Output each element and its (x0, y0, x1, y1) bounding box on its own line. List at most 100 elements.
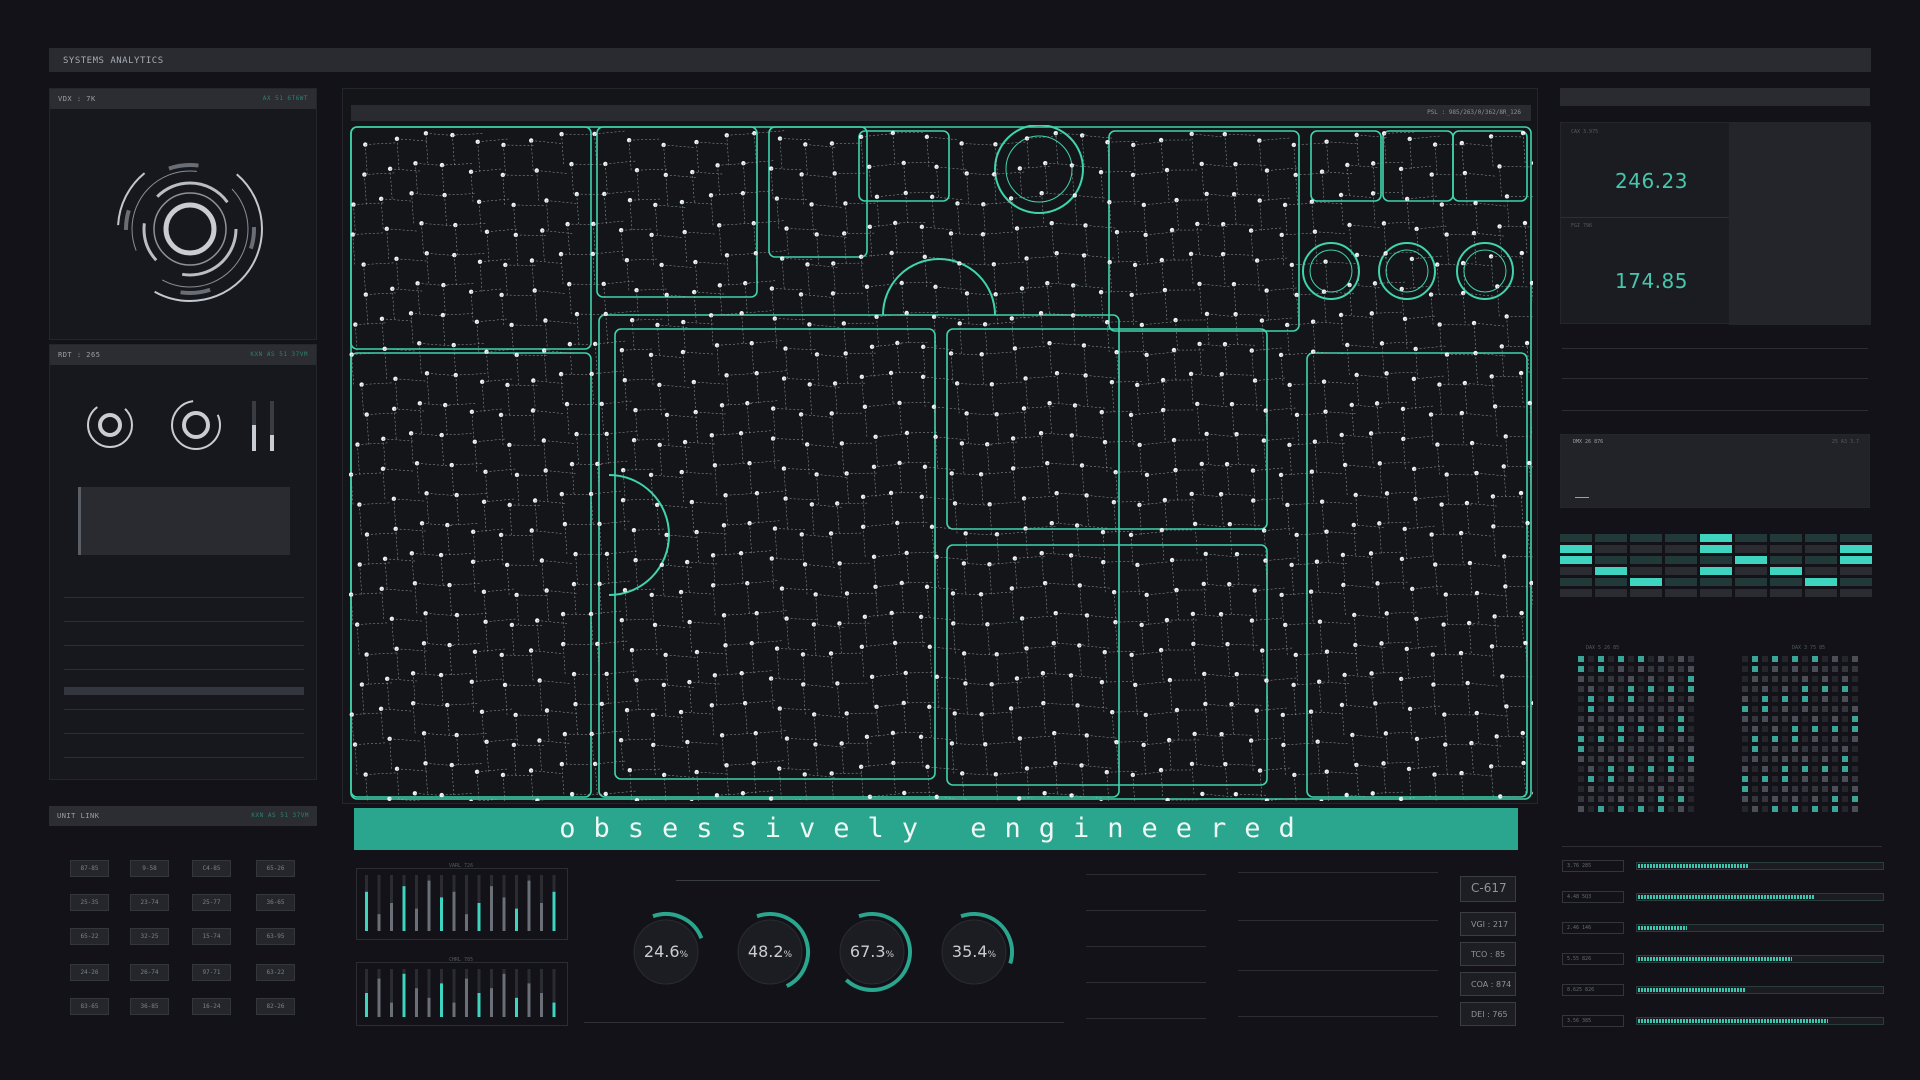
matrix-cell (1852, 756, 1858, 762)
dot-matrix-2 (1742, 656, 1862, 812)
heat-cell (1560, 589, 1592, 597)
matrix-cell (1608, 726, 1614, 732)
unit-button[interactable]: 63-95 (256, 928, 295, 945)
unit-button[interactable]: 16-24 (192, 998, 231, 1015)
heat-cell (1840, 567, 1872, 575)
matrix-cell (1832, 736, 1838, 742)
matrix-cell (1688, 756, 1694, 762)
left-panel-radar: VDX : 7K AX 51 6T6WT (49, 88, 317, 340)
unit-button[interactable]: C4-85 (192, 860, 231, 877)
matrix-cell (1772, 756, 1778, 762)
matrix-cell (1628, 716, 1634, 722)
unit-button[interactable]: 23-74 (130, 894, 169, 911)
matrix-cell (1648, 686, 1654, 692)
matrix-cell (1812, 686, 1818, 692)
unit-button[interactable]: 15-74 (192, 928, 231, 945)
matrix-cell (1608, 666, 1614, 672)
matrix-cell (1668, 786, 1674, 792)
panel-code: 25 A3 3.7 (1831, 439, 1859, 445)
matrix-cell (1772, 786, 1778, 792)
matrix-cell (1618, 716, 1624, 722)
matrix-cell (1588, 756, 1594, 762)
panel-code: KXN AS 51 37VM (250, 351, 308, 358)
matrix-cell (1658, 786, 1664, 792)
unit-button[interactable]: 9-58 (130, 860, 169, 877)
matrix-cell (1628, 666, 1634, 672)
matrix-cell (1648, 726, 1654, 732)
unit-button[interactable]: 32-25 (130, 928, 169, 945)
panel-header: RDT : 265 KXN AS 51 37VM (50, 345, 316, 365)
unit-button[interactable]: 65-22 (70, 928, 109, 945)
matrix-cell (1832, 786, 1838, 792)
unit-button[interactable]: 82-26 (256, 998, 295, 1015)
matrix-cell (1598, 796, 1604, 802)
matrix-cell (1688, 776, 1694, 782)
matrix-cell (1598, 736, 1604, 742)
matrix-cell (1842, 776, 1848, 782)
heatmap-strip (1560, 534, 1872, 606)
code-badge: C-617 (1460, 876, 1516, 902)
heat-cell (1665, 534, 1697, 542)
unit-button[interactable]: 25-77 (192, 894, 231, 911)
matrix-cell (1668, 726, 1674, 732)
bar (502, 973, 506, 1017)
progress-bar (1636, 893, 1884, 901)
panel-title: DMX 26 876 (1573, 439, 1604, 445)
matrix-cell (1822, 796, 1828, 802)
matrix-cell (1752, 696, 1758, 702)
mesh-viewport[interactable]: PSL : 985/263/0/362/8R_126 (342, 88, 1538, 804)
grid-title: DAX 5 26 85 (1586, 645, 1620, 651)
matrix-cell (1678, 746, 1684, 752)
unit-button[interactable]: 36-85 (130, 998, 169, 1015)
matrix-cell (1832, 806, 1838, 812)
unit-button[interactable]: 83-65 (70, 998, 109, 1015)
unit-button[interactable]: 63-22 (256, 964, 295, 981)
matrix-cell (1678, 686, 1684, 692)
progress-bar (1636, 1017, 1884, 1025)
matrix-cell (1588, 716, 1594, 722)
matrix-cell (1598, 766, 1604, 772)
matrix-cell (1742, 666, 1748, 672)
matrix-cell (1678, 706, 1684, 712)
code-badge: COA : 874 (1460, 972, 1516, 996)
progress-bar (1636, 862, 1884, 870)
matrix-cell (1628, 706, 1634, 712)
matrix-cell (1668, 746, 1674, 752)
matrix-cell (1578, 786, 1584, 792)
unit-button[interactable]: 87-85 (70, 860, 109, 877)
unit-button[interactable]: 97-71 (192, 964, 231, 981)
heat-cell (1735, 589, 1767, 597)
matrix-cell (1822, 676, 1828, 682)
matrix-cell (1742, 806, 1748, 812)
unit-button[interactable]: 26-74 (130, 964, 169, 981)
matrix-cell (1688, 706, 1694, 712)
matrix-cell (1638, 686, 1644, 692)
matrix-cell (1782, 786, 1788, 792)
matrix-cell (1588, 706, 1594, 712)
matrix-cell (1658, 796, 1664, 802)
matrix-cell (1752, 746, 1758, 752)
matrix-cell (1782, 666, 1788, 672)
matrix-cell (1752, 716, 1758, 722)
matrix-cell (1688, 736, 1694, 742)
matrix-cell (1628, 686, 1634, 692)
unit-button[interactable]: 36-65 (256, 894, 295, 911)
left-panel-metrics: RDT : 265 KXN AS 51 37VM (49, 344, 317, 780)
matrix-cell (1628, 656, 1634, 662)
matrix-cell (1852, 656, 1858, 662)
matrix-cell (1638, 696, 1644, 702)
matrix-cell (1598, 726, 1604, 732)
matrix-cell (1688, 806, 1694, 812)
list-item-selected[interactable] (64, 687, 304, 695)
unit-button[interactable]: 24-26 (70, 964, 109, 981)
matrix-cell (1822, 696, 1828, 702)
matrix-cell (1618, 686, 1624, 692)
matrix-cell (1578, 726, 1584, 732)
matrix-cell (1628, 746, 1634, 752)
matrix-cell (1648, 786, 1654, 792)
unit-button[interactable]: 25-35 (70, 894, 109, 911)
chart-title: CHRL 785 (449, 957, 474, 963)
matrix-cell (1822, 656, 1828, 662)
unit-button[interactable]: 65-26 (256, 860, 295, 877)
matrix-cell (1852, 706, 1858, 712)
